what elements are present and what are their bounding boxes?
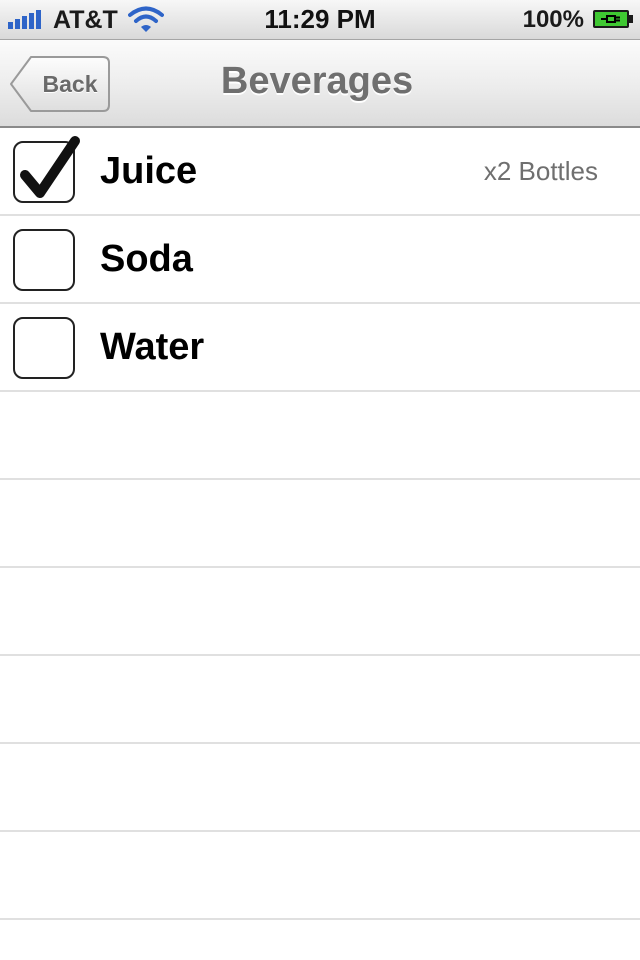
back-button-label: Back: [42, 71, 98, 97]
item-label: Water: [100, 326, 205, 368]
navigation-bar: Back Beverages: [0, 40, 640, 128]
checkbox-juice[interactable]: [13, 136, 80, 203]
list-item-juice[interactable]: Juice x2 Bottles: [0, 128, 640, 216]
checkbox-water[interactable]: [13, 317, 75, 379]
empty-row: [0, 392, 640, 480]
item-label: Soda: [100, 238, 193, 280]
checkbox-soda[interactable]: [13, 229, 75, 291]
status-bar: AT&T 11:29 PM 100%: [0, 0, 640, 40]
battery-percentage: 100%: [522, 6, 584, 33]
empty-row: [0, 744, 640, 832]
checkmark-icon: [20, 136, 80, 198]
item-quantity: x2 Bottles: [483, 156, 598, 186]
empty-row: [0, 656, 640, 744]
beverage-list: Juice x2 Bottles Soda Water: [0, 128, 640, 960]
list-item-water[interactable]: Water: [0, 304, 640, 392]
empty-row: [0, 480, 640, 568]
back-button[interactable]: Back: [9, 55, 111, 113]
battery-icon: [593, 10, 633, 28]
list-item-soda[interactable]: Soda: [0, 216, 640, 304]
item-label: Juice: [100, 150, 198, 192]
empty-row: [0, 568, 640, 656]
empty-row: [0, 832, 640, 920]
page-title: Beverages: [220, 60, 414, 102]
